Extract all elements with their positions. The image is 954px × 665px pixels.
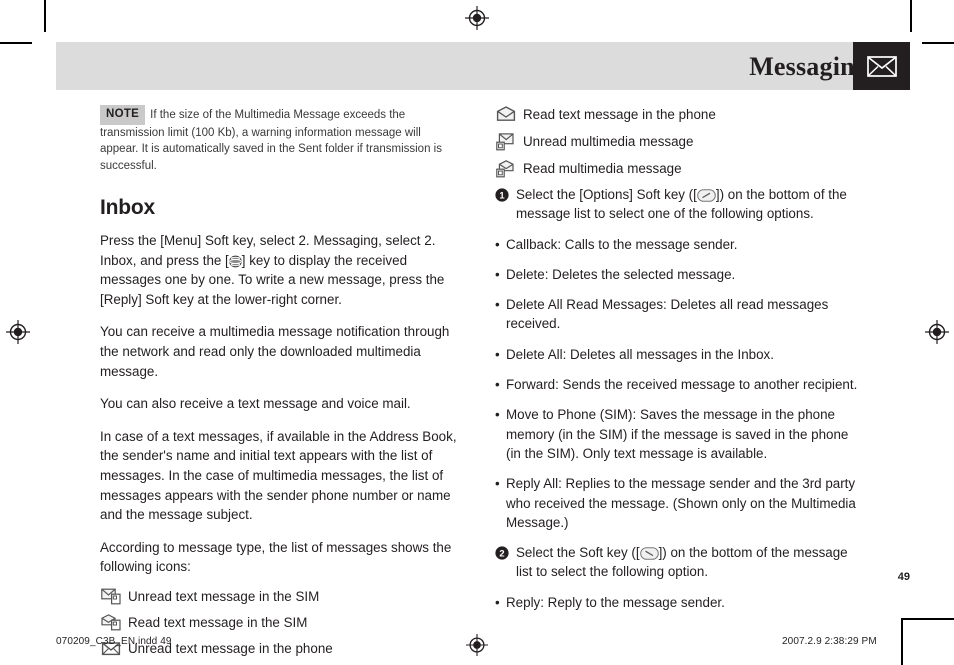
right-column: Read text message in the phone Unread mu… (495, 105, 860, 623)
icon-row-read-text-sim: Read text message in the SIM (100, 613, 460, 632)
section-title-inbox: Inbox (100, 196, 155, 219)
bullet-delete-all: • Delete All: Deletes all messages in th… (495, 345, 860, 364)
bullet-text: Reply All: Replies to the message sender… (506, 476, 856, 530)
bullet-delete: • Delete: Deletes the selected message. (495, 265, 860, 284)
crop-mark-bottom-right-vertical (901, 618, 903, 665)
step-two-text: Select the Soft key ([]) on the bottom o… (516, 543, 860, 582)
left-softkey-icon (697, 189, 716, 202)
read-multimedia-icon (495, 159, 517, 178)
crop-mark-top-right-horizontal (922, 42, 954, 44)
envelope-icon (866, 55, 897, 77)
bullet-marker: • (495, 377, 500, 393)
bullet-text: Delete All: Deletes all messages in the … (506, 346, 774, 362)
bullet-text: Move to Phone (SIM): Saves the message i… (506, 407, 849, 461)
bullet-text: Forward: Sends the received message to a… (506, 377, 858, 393)
paragraph-inbox-intro: Press the [Menu] Soft key, select 2. Mes… (100, 231, 460, 309)
paragraph-text-voicemail: You can also receive a text message and … (100, 396, 411, 412)
step-number-two-icon: 2 (495, 543, 512, 562)
bullet-text: Delete: Deletes the selected message. (506, 266, 736, 282)
registration-target-icon (466, 634, 488, 661)
bullet-move-to-phone: • Move to Phone (SIM): Saves the message… (495, 405, 860, 463)
svg-text:1: 1 (499, 189, 504, 200)
bullet-marker: • (495, 297, 500, 313)
step-one-text: Select the [Options] Soft key ([]) on th… (516, 185, 860, 224)
bullet-marker: • (495, 407, 500, 423)
note-block: NOTE If the size of the Multimedia Messag… (100, 105, 460, 174)
icon-label: Read multimedia message (523, 161, 682, 176)
icon-label: Unread text message in the SIM (128, 588, 320, 604)
paragraph-address-book: In case of a text messages, if available… (100, 428, 457, 523)
bullet-marker: • (495, 346, 500, 362)
registration-mark-left-middle (6, 320, 30, 344)
bullet-marker: • (495, 236, 500, 252)
icon-label: Read text message in the phone (523, 107, 716, 122)
crop-mark-top-right-vertical (910, 0, 912, 32)
icon-label: Unread multimedia message (523, 134, 694, 149)
bullet-reply-all: • Reply All: Replies to the message send… (495, 474, 860, 532)
registration-mark-right-middle (925, 320, 949, 344)
step-one: 1 Select the [Options] Soft key ([]) on … (495, 185, 860, 224)
footer-timestamp: 2007.2.9 2:38:29 PM (782, 636, 877, 647)
unread-text-sim-icon (100, 587, 122, 606)
left-column: NOTE If the size of the Multimedia Messag… (100, 105, 460, 665)
bullet-marker: • (495, 266, 500, 282)
page-number: 49 (897, 571, 910, 583)
bullet-text: Reply: Reply to the message sender. (506, 594, 725, 610)
note-text: If the size of the Multimedia Message ex… (100, 109, 442, 172)
paragraph-mms-notification: You can receive a multimedia message not… (100, 324, 450, 379)
bullet-text: Callback: Calls to the message sender. (506, 236, 738, 252)
bullet-callback: • Callback: Calls to the message sender. (495, 235, 860, 254)
bullet-delete-all-read: • Delete All Read Messages: Deletes all … (495, 295, 860, 334)
read-text-phone-icon (495, 105, 517, 124)
crop-mark-top-left-vertical (44, 0, 46, 32)
footer-filename: 070209_C3B_EN.indd 49 (56, 636, 172, 647)
step-number-one-icon: 1 (495, 185, 512, 204)
note-badge: NOTE (100, 105, 146, 125)
unread-multimedia-icon (495, 132, 517, 151)
svg-text:2: 2 (499, 547, 504, 558)
bullet-forward: • Forward: Sends the received message to… (495, 375, 860, 394)
paragraph-icons-intro: According to message type, the list of m… (100, 539, 452, 575)
step-two-before: Select the Soft key ([ (516, 545, 640, 561)
bullet-text: Delete All Read Messages: Deletes all re… (506, 297, 829, 332)
icon-row-read-text-phone: Read text message in the phone (495, 105, 860, 124)
ok-key-globe-icon (229, 255, 242, 268)
step-one-before: Select the [Options] Soft key ([ (516, 187, 697, 202)
crop-mark-bottom-right-horizontal (902, 618, 954, 620)
icon-row-unread-text-sim: Unread text message in the SIM (100, 587, 460, 606)
bullet-reply: • Reply: Reply to the message sender. (495, 593, 860, 612)
step-two: 2 Select the Soft key ([]) on the bottom… (495, 543, 860, 582)
crop-mark-top-left-horizontal (0, 42, 32, 44)
registration-mark-top-center (465, 6, 489, 30)
bullet-marker: • (495, 476, 500, 492)
icon-label: Read text message in the SIM (128, 614, 308, 630)
page-title: Messaging (749, 52, 868, 81)
bullet-marker: • (495, 594, 500, 610)
read-text-sim-icon (100, 613, 122, 632)
icon-row-unread-multimedia: Unread multimedia message (495, 132, 860, 151)
header-icon-box (853, 42, 910, 90)
right-softkey-icon (639, 547, 659, 560)
icon-row-read-multimedia: Read multimedia message (495, 159, 860, 178)
